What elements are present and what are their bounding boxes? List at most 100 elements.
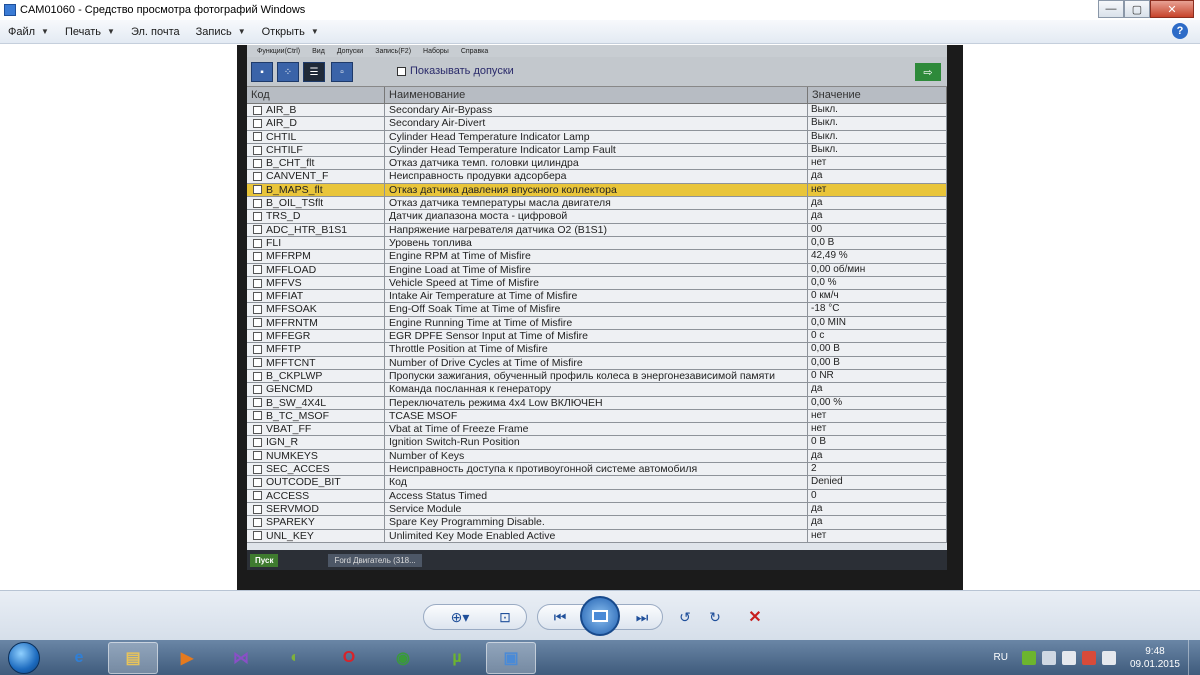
toolbar-button-4: ▫ — [331, 62, 353, 82]
zoom-button[interactable]: ⊕▾ — [440, 605, 480, 629]
table-row: TRS_D Датчик диапазона моста - цифровой да — [247, 210, 947, 224]
cell-code: MFFTP — [247, 343, 385, 356]
stripes-icon[interactable]: ◐ — [270, 642, 320, 674]
taskbar-apps: e ▤ ▶ ⋈ ◐ O ◉ µ ▣ — [50, 641, 536, 674]
chrome-icon[interactable]: ◉ — [378, 642, 428, 674]
menu-open[interactable]: Открыть ▼ — [254, 26, 327, 38]
cell-value: 0,0 B — [808, 236, 947, 250]
cell-code: MFFIAT — [247, 290, 385, 303]
cell-value: да — [808, 210, 947, 223]
ie-icon[interactable]: e — [54, 642, 104, 674]
signal-icon[interactable] — [1041, 650, 1056, 665]
maximize-button[interactable]: ▢ — [1124, 0, 1150, 18]
cell-value: 0 B — [808, 436, 947, 449]
table-row: ACCESS Access Status Timed 0 — [247, 489, 947, 503]
start-button[interactable] — [8, 641, 40, 674]
cell-code: MFFEGR — [247, 330, 385, 343]
toolbar-button-2: ⁘ — [277, 62, 299, 82]
cell-name: Cylinder Head Temperature Indicator Lamp — [385, 130, 808, 143]
cell-value: 0 с — [808, 330, 947, 343]
close-button[interactable]: ✕ — [1150, 0, 1194, 18]
cell-code-text: TRS_D — [266, 210, 301, 223]
usb-icon[interactable] — [1061, 650, 1076, 665]
explorer-icon[interactable]: ▤ — [108, 641, 158, 674]
cell-code-text: FLI — [266, 236, 282, 249]
checkbox-icon — [253, 504, 262, 514]
cell-name: Отказ датчика температуры масла двигател… — [385, 197, 808, 210]
menu-burn[interactable]: Запись ▼ — [188, 26, 254, 38]
previous-button[interactable]: ⏮ — [545, 605, 575, 629]
cell-code-text: B_TC_MSOF — [266, 409, 330, 422]
cell-name: Engine Load at Time of Misfire — [385, 263, 808, 276]
show-desktop-button[interactable] — [1188, 640, 1200, 675]
diagnostic-toolbar: ▪ ⁘ ☰ ▫ Показывать допуски ⇨ — [247, 57, 947, 87]
next-button[interactable]: ⏭ — [627, 605, 657, 629]
table-row: OUTCODE_BIT Код Denied — [247, 476, 947, 490]
menu-burn-label: Запись — [195, 25, 232, 38]
fit-window-button[interactable]: ⊡ — [490, 605, 520, 629]
media-icon[interactable]: ▶ — [162, 642, 212, 674]
slideshow-button[interactable] — [580, 596, 620, 636]
table-row: CANVENT_F Неисправность продувки адсорбер… — [247, 170, 947, 184]
utorrent-tray-icon[interactable] — [1021, 650, 1036, 665]
menu-print[interactable]: Печать ▼ — [57, 26, 123, 38]
menu-file[interactable]: Файл ▼ — [0, 26, 57, 38]
cell-name: Service Module — [385, 502, 808, 516]
checkbox-icon — [253, 212, 262, 222]
clock[interactable]: 9:48 09.01.2015 — [1130, 645, 1180, 671]
table-row: AIR_D Secondary Air-Divert Выкл. — [247, 117, 947, 131]
cell-code: IGN_R — [247, 436, 385, 449]
photo: Функции(Ctrl) Вид Допуски Запись(F2) Наборы С… — [237, 45, 963, 590]
cell-value: 0,00 B — [808, 343, 947, 356]
cell-code: OUTCODE_BIT — [247, 476, 385, 489]
clock-date: 09.01.2015 — [1129, 658, 1180, 670]
toolbar-button-1: ▪ — [251, 62, 273, 82]
cell-code-text: B_OIL_TSflt — [266, 197, 324, 210]
cell-code-text: IGN_R — [266, 436, 299, 449]
cell-name: Напряжение нагревателя датчика О2 (B1S1) — [385, 223, 808, 236]
table-row: GENCMD Команда посланная к генератору да — [247, 383, 947, 397]
rotate-cw-button[interactable]: ↻ — [702, 605, 728, 629]
minimize-button[interactable]: — — [1098, 0, 1124, 18]
table-row: MFFIAT Intake Air Temperature at Time of … — [247, 290, 947, 304]
network-icon[interactable] — [1081, 650, 1096, 665]
table-row: AIR_B Secondary Air-Bypass Выкл. — [247, 104, 947, 118]
inner-menu-item: Справка — [460, 47, 489, 55]
inner-menu-item: Допуски — [336, 47, 364, 55]
cell-code-text: AIR_B — [266, 104, 297, 116]
window-controls: — ▢ ✕ — [1098, 0, 1194, 18]
cell-value: -18 °C — [808, 303, 947, 316]
cell-value: да — [808, 502, 947, 516]
cell-code-text: MFFRNTM — [266, 316, 318, 329]
cell-name: Cylinder Head Temperature Indicator Lamp… — [385, 143, 808, 157]
utorrent-icon[interactable]: µ — [432, 642, 482, 674]
volume-icon[interactable] — [1101, 650, 1116, 665]
cell-value: 0,00 B — [808, 356, 947, 369]
cell-name: TCASE MSOF — [385, 409, 808, 423]
cell-name: Переключатель режима 4x4 Low ВКЛЮЧЕН — [385, 396, 808, 409]
cell-name: Eng-Off Soak Time at Time of Misfire — [385, 303, 808, 316]
cell-value: 0 км/ч — [808, 290, 947, 303]
table-row: MFFEGR EGR DPFE Sensor Input at Time of M… — [247, 330, 947, 344]
photo-viewer-icon[interactable]: ▣ — [486, 641, 536, 674]
cell-value: да — [808, 170, 947, 183]
cell-value: да — [808, 449, 947, 463]
rotate-ccw-button[interactable]: ↺ — [672, 605, 698, 629]
checkbox-icon — [253, 145, 262, 155]
help-icon[interactable]: ? — [1172, 23, 1188, 39]
cell-code: UNL_KEY — [247, 529, 385, 542]
language-indicator[interactable]: RU — [993, 652, 1007, 663]
vs-icon[interactable]: ⋈ — [216, 642, 266, 674]
delete-button[interactable]: ✕ — [740, 605, 770, 629]
cell-name: Уровень топлива — [385, 236, 808, 250]
cell-code-text: SERVMOD — [266, 502, 319, 515]
cell-code: CHTILF — [247, 143, 385, 157]
cell-code: ADC_HTR_B1S1 — [247, 223, 385, 236]
menu-email[interactable]: Эл. почта — [123, 26, 188, 38]
diagnostic-app-menu: Функции(Ctrl) Вид Допуски Запись(F2) Наборы С… — [247, 45, 947, 57]
opera-icon[interactable]: O — [324, 642, 374, 674]
cell-value: Выкл. — [808, 143, 947, 157]
cell-code: B_CHT_flt — [247, 157, 385, 170]
cell-code-text: B_CKPLWP — [266, 369, 323, 382]
table-row: MFFSOAK Eng-Off Soak Time at Time of Misf… — [247, 303, 947, 317]
